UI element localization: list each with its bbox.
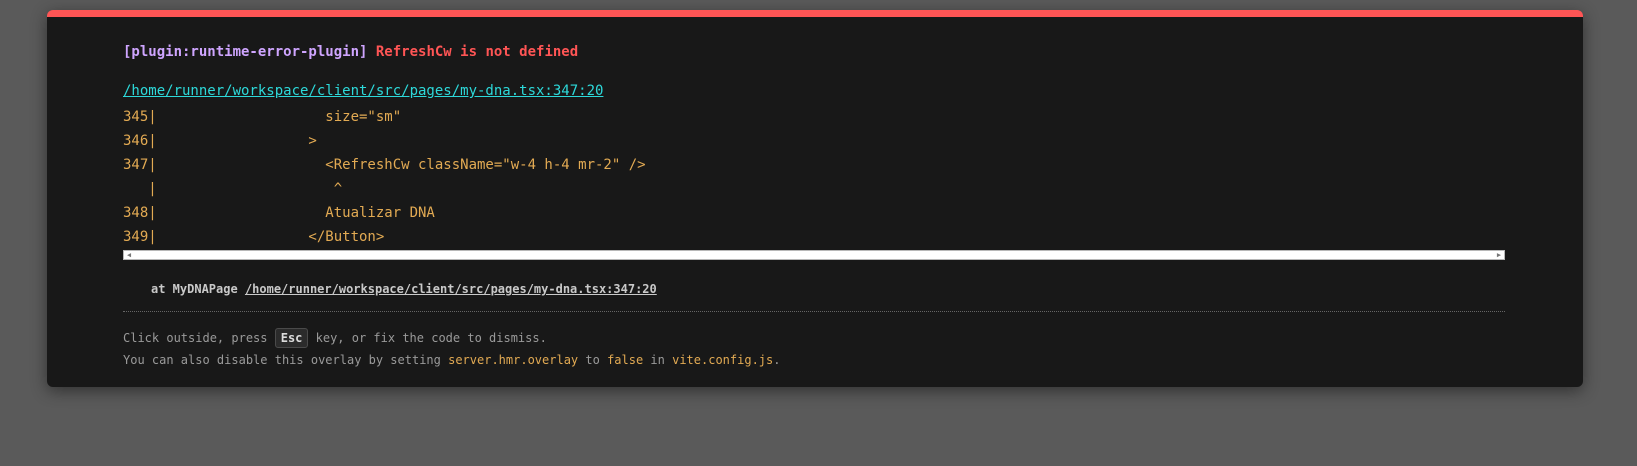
tip-text: Click outside, press [123, 331, 275, 345]
horizontal-scrollbar[interactable]: ◀ ▶ [123, 250, 1505, 260]
stack-trace: at MyDNAPage /home/runner/workspace/clie… [123, 280, 1505, 298]
tip-line-2: You can also disable this overlay by set… [123, 349, 1505, 371]
stack-file-link[interactable]: /home/runner/workspace/client/src/pages/… [245, 282, 657, 296]
error-message: [plugin:runtime-error-plugin] RefreshCw … [123, 42, 1505, 62]
scroll-left-arrow-icon[interactable]: ◀ [124, 251, 134, 259]
code-line: 348| Atualizar DNA [123, 205, 435, 221]
tip-text: to [578, 353, 608, 367]
config-key: server.hmr.overlay [448, 353, 579, 367]
tip-text: . [773, 353, 781, 367]
config-value: false [607, 353, 644, 367]
config-file: vite.config.js [672, 353, 774, 367]
code-line: 349| </Button> [123, 229, 385, 245]
stack-prefix: at MyDNAPage [151, 282, 238, 296]
tip-text: You can also disable this overlay by set… [123, 353, 449, 367]
tip-text: in [643, 353, 673, 367]
tip-text: key, or fix the code to dismiss. [308, 331, 547, 345]
scroll-right-arrow-icon[interactable]: ▶ [1494, 251, 1504, 259]
error-overlay-window: [plugin:runtime-error-plugin] RefreshCw … [47, 10, 1583, 387]
error-overlay-content: [plugin:runtime-error-plugin] RefreshCw … [123, 42, 1505, 371]
code-line-marker: | ^ [123, 181, 343, 197]
tip-line-1: Click outside, press Esc key, or fix the… [123, 327, 1505, 349]
plugin-name: [plugin:runtime-error-plugin] [123, 44, 368, 60]
error-message-text: RefreshCw is not defined [375, 44, 579, 60]
error-file-link[interactable]: /home/runner/workspace/client/src/pages/… [123, 81, 603, 101]
code-line: 347| <RefreshCw className="w-4 h-4 mr-2"… [123, 157, 646, 173]
divider [123, 311, 1505, 312]
dismiss-tip: Click outside, press Esc key, or fix the… [123, 327, 1505, 371]
code-line: 346| > [123, 133, 317, 149]
code-frame: 345| size="sm" 346| > 347| <RefreshCw cl… [123, 105, 1505, 249]
code-line: 345| size="sm" [123, 109, 402, 125]
esc-key: Esc [274, 328, 309, 348]
